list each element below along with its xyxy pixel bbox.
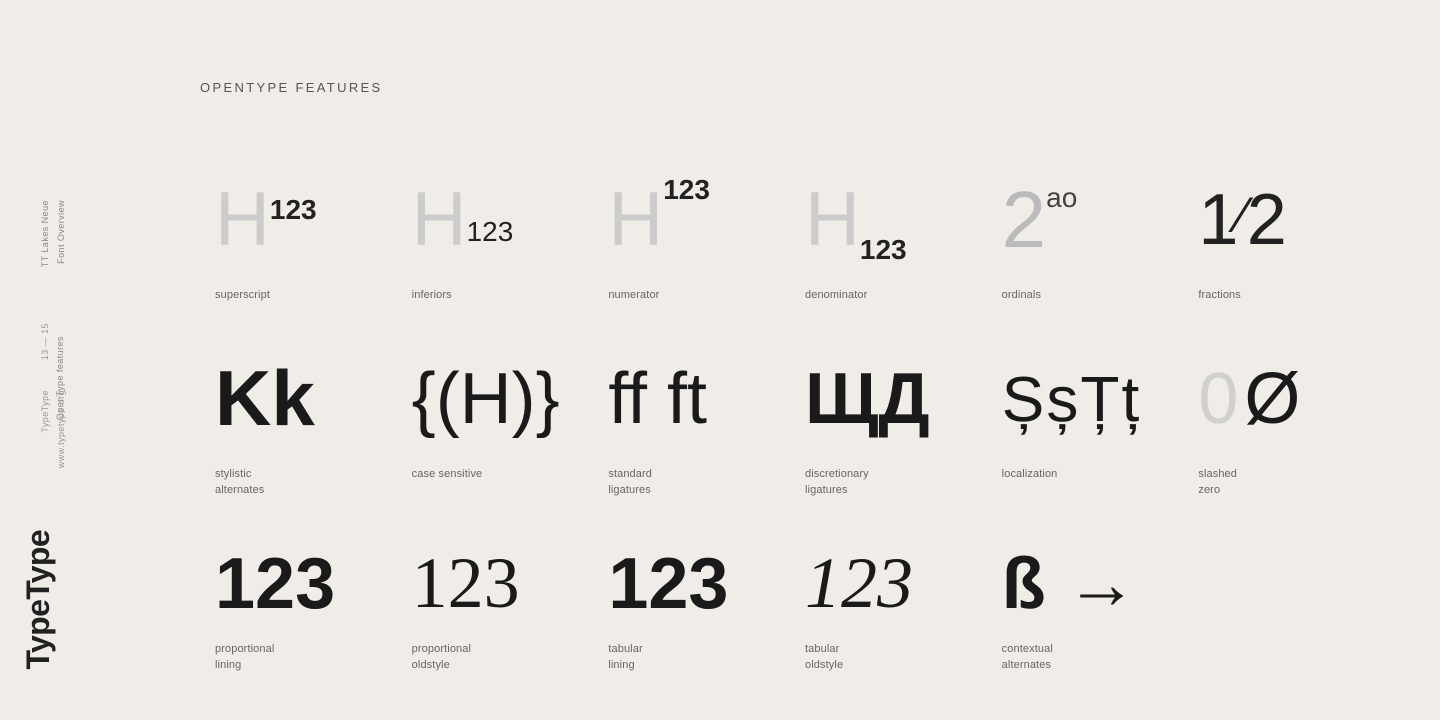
page-numbers: 13 — 15 — [40, 323, 50, 360]
main-content: OPENTYPE FEATURES H123 superscript H123 … — [160, 0, 1440, 720]
feature-superscript: H123 superscript — [200, 145, 397, 324]
glyph-standard-ligatures: ff ft — [608, 344, 707, 454]
font-overview: Font Overview — [56, 200, 66, 264]
feature-case-sensitive: {(H)} case sensitive — [397, 324, 594, 519]
feature-tabular-oldstyle: 123 tabular oldstyle — [790, 519, 987, 694]
glyph-numerator: H123 — [608, 165, 710, 275]
glyph-inferiors: H123 — [412, 165, 514, 275]
glyph-stylistic-alternates: Kk — [215, 344, 315, 454]
label-contextual-alternates: contextual alternates — [1002, 641, 1053, 674]
label-ordinals: ordinals — [1002, 287, 1041, 304]
feature-stylistic-alternates: Kk stylistic alternates — [200, 324, 397, 519]
sidebar: 13 — 15 OpenType features TT Lakes Neue … — [0, 0, 160, 720]
feature-denominator: H123 denominator — [790, 145, 987, 324]
glyph-tabular-lining: 123 — [608, 539, 728, 629]
glyph-contextual-alternates: ß → — [1002, 539, 1138, 629]
label-tabular-oldstyle: tabular oldstyle — [805, 641, 843, 674]
feature-localization: ȘșȚț localization — [987, 324, 1184, 519]
label-slashed-zero: slashed zero — [1198, 466, 1237, 499]
label-denominator: denominator — [805, 287, 867, 304]
glyph-proportional-lining: 123 — [215, 539, 335, 629]
feature-slashed-zero: 0 Ø slashed zero — [1183, 324, 1380, 519]
font-name: TT Lakes Neue — [40, 200, 50, 267]
label-stylistic-alternates: stylistic alternates — [215, 466, 264, 499]
label-numerator: numerator — [608, 287, 659, 304]
feature-proportional-lining: 123 proportional lining — [200, 519, 397, 694]
glyph-ordinals: 2ao — [1002, 165, 1078, 275]
label-case-sensitive: case sensitive — [412, 466, 483, 483]
company-name: TypeType — [40, 390, 50, 433]
glyph-slashed-zero: 0 Ø — [1198, 344, 1300, 454]
label-superscript: superscript — [215, 287, 270, 304]
label-inferiors: inferiors — [412, 287, 452, 304]
company-url: www.typetype.org — [56, 390, 66, 468]
glyph-proportional-oldstyle: 123 — [412, 539, 520, 629]
glyph-localization: ȘșȚț — [1002, 344, 1142, 454]
brand-logo: TypeType — [20, 530, 57, 670]
label-discretionary-ligatures: discretionary ligatures — [805, 466, 869, 499]
feature-discretionary-ligatures: ЩД discretionary ligatures — [790, 324, 987, 519]
feature-proportional-oldstyle: 123 proportional oldstyle — [397, 519, 594, 694]
label-fractions: fractions — [1198, 287, 1241, 304]
feature-inferiors: H123 inferiors — [397, 145, 594, 324]
feature-ordinals: 2ao ordinals — [987, 145, 1184, 324]
glyph-superscript: H123 — [215, 165, 317, 275]
label-tabular-lining: tabular lining — [608, 641, 642, 674]
label-proportional-oldstyle: proportional oldstyle — [412, 641, 471, 674]
feature-contextual-alternates: ß → contextual alternates — [987, 519, 1184, 694]
glyph-tabular-oldstyle: 123 — [805, 539, 913, 629]
page-title: OPENTYPE FEATURES — [200, 80, 1380, 95]
feature-numerator: H123 numerator — [593, 145, 790, 324]
label-proportional-lining: proportional lining — [215, 641, 274, 674]
label-localization: localization — [1002, 466, 1058, 483]
feature-empty — [1183, 519, 1380, 694]
glyph-denominator: H123 — [805, 165, 907, 275]
glyph-case-sensitive: {(H)} — [412, 344, 560, 454]
feature-standard-ligatures: ff ft standard ligatures — [593, 324, 790, 519]
feature-fractions: 1⁄2 fractions — [1183, 145, 1380, 324]
feature-tabular-lining: 123 tabular lining — [593, 519, 790, 694]
glyph-fractions: 1⁄2 — [1198, 165, 1286, 275]
features-grid: H123 superscript H123 inferiors H123 num… — [200, 145, 1380, 694]
label-standard-ligatures: standard ligatures — [608, 466, 652, 499]
glyph-discretionary-ligatures: ЩД — [805, 344, 930, 454]
